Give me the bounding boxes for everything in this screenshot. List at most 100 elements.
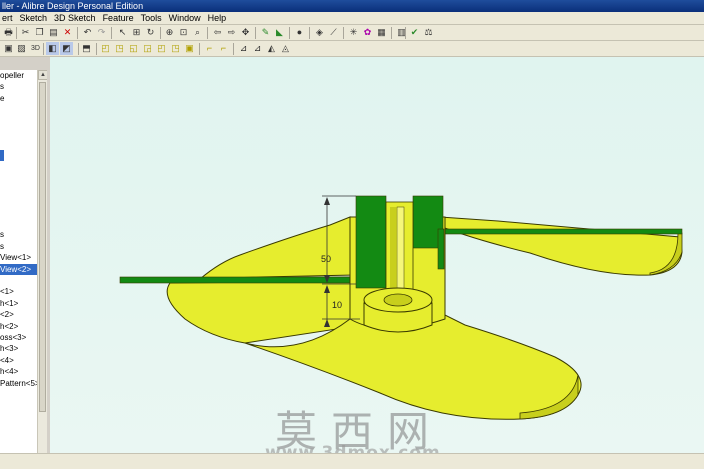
menu-window[interactable]: Window [167,12,206,24]
tree-item[interactable] [0,149,37,162]
bore-inner-highlight [396,206,405,300]
tree-item[interactable]: s [0,81,37,92]
redo-icon[interactable]: ↷ [95,26,108,39]
title-bar: ller - Alibre Design Personal Edition [0,0,704,12]
tree-item[interactable]: Pattern<5> [0,378,37,389]
hidden-lines-icon[interactable]: ⊿ [251,42,264,55]
select-arrow-icon[interactable]: ↖ [116,26,129,39]
constraint-icon[interactable]: ✳ [347,26,360,39]
tree-item[interactable]: <2> [0,309,37,320]
design-explorer-tree: opeller s e s s View<1> View<2> <1> h<1> <2> h<2> o… [0,70,37,453]
menu-3d-sketch[interactable]: 3D Sketch [52,12,101,24]
tree-item[interactable] [0,127,37,138]
tree-item[interactable] [0,138,37,149]
menu-insert[interactable]: ert [0,12,18,24]
sketch-2d-icon[interactable]: ▨ [15,42,28,55]
tree-item[interactable] [0,207,37,218]
right-blade [439,216,683,276]
mass-properties-icon[interactable]: ⚖ [422,26,435,39]
3d-view-icon[interactable]: 3D [29,42,42,55]
hub-section-left [355,195,387,289]
tree-item[interactable]: <4> [0,355,37,366]
tree-item[interactable] [0,161,37,172]
menu-bar: ert Sketch 3D Sketch Feature Tools Windo… [0,12,704,25]
view-right-icon[interactable]: ◲ [141,42,154,55]
menu-feature[interactable]: Feature [101,12,139,24]
dimension-icon[interactable]: ⟋ [327,26,340,39]
view-normal-icon[interactable]: ⌐ [203,42,216,55]
tree-item[interactable] [0,275,37,286]
copy-icon[interactable]: ❐ [33,26,46,39]
zoom-icon[interactable]: ⌕ [191,26,204,39]
left-blade-section [119,276,357,284]
measure-icon[interactable]: ◈ [313,26,326,39]
tree-item[interactable]: h<3> [0,343,37,354]
tree-item[interactable]: opeller [0,70,37,81]
3d-viewport[interactable]: 50 10 莫西网 www.3dmox.com [50,57,704,453]
view-isometric-icon[interactable]: ⬒ [80,42,93,55]
wireframe-icon[interactable]: ⊿ [237,42,250,55]
tree-item[interactable]: s [0,229,37,240]
material-icon[interactable]: ✿ [361,26,374,39]
section-view-icon[interactable]: ◧ [46,42,59,55]
properties-icon[interactable]: ▦ [375,26,388,39]
view-top-icon[interactable]: ◰ [155,42,168,55]
forward-arrow-icon[interactable]: ⇨ [225,26,238,39]
tree-item[interactable]: View<1> [0,252,37,263]
tree-item[interactable] [0,116,37,127]
back-arrow-icon[interactable]: ⇦ [211,26,224,39]
dimension-50-label: 50 [321,254,331,264]
tree-item[interactable]: View<2> [0,263,37,276]
view-left-icon[interactable]: ◱ [127,42,140,55]
tree-item[interactable]: oss<3> [0,332,37,343]
dimension-10-label: 10 [332,300,342,310]
shaded-icon[interactable]: ◭ [265,42,278,55]
tree-item[interactable] [0,218,37,229]
tree-item[interactable]: h<2> [0,321,37,332]
hub-section-right-lower [437,228,445,270]
view-front-icon[interactable]: ◰ [99,42,112,55]
shaded-edges-icon[interactable]: ◬ [279,42,292,55]
view-orient-icon[interactable]: ⌐ [217,42,230,55]
print-icon[interactable]: 🖶 [2,26,15,39]
delete-icon[interactable]: ✕ [61,26,74,39]
tree-item[interactable]: s [0,241,37,252]
cut-icon[interactable]: ✂ [19,26,32,39]
tree-item[interactable] [0,195,37,206]
analysis-icon[interactable]: ▥ [395,26,408,39]
tree-item[interactable]: e [0,93,37,104]
tree-item[interactable] [0,173,37,184]
view-toolbar: ▣ ▨ 3D ◧ ◩ ⬒ ◰ ◳ ◱ ◲ ◰ ◳ ▣ ⌐ ⌐ ⊿ ⊿ ◭ ◬ [0,41,704,57]
scrollbar-thumb[interactable] [39,82,46,412]
tree-item[interactable] [0,184,37,195]
left-back-blade [198,216,356,280]
boss-hole [383,293,413,307]
shading-icon[interactable]: ● [293,26,306,39]
tree-item[interactable]: h<1> [0,298,37,309]
menu-tools[interactable]: Tools [139,12,167,24]
undo-icon[interactable]: ↶ [81,26,94,39]
tree-item[interactable] [0,104,37,115]
tree-item[interactable]: <1> [0,286,37,297]
view-bottom-icon[interactable]: ◳ [169,42,182,55]
tree-scrollbar[interactable]: ▲ [37,70,48,453]
select-box-icon[interactable]: ⊞ [130,26,143,39]
dim-arrow-50-top [324,197,330,205]
zoom-in-icon[interactable]: ⊕ [163,26,176,39]
extrude-icon[interactable]: ◣ [273,26,286,39]
sketch-mode-icon[interactable]: ✎ [259,26,272,39]
paste-icon[interactable]: ▤ [47,26,60,39]
menu-help[interactable]: Help [206,12,232,24]
part-icon[interactable]: ▣ [2,42,15,55]
view-back-icon[interactable]: ◳ [113,42,126,55]
menu-sketch[interactable]: Sketch [18,12,53,24]
checkmark-icon[interactable]: ✔ [408,26,421,39]
propeller-model: 50 10 [119,195,683,420]
view-iso-cube-icon[interactable]: ▣ [183,42,196,55]
view-pan-icon[interactable]: ✥ [239,26,252,39]
zoom-window-icon[interactable]: ⊡ [177,26,190,39]
clip-view-icon[interactable]: ◩ [60,42,73,55]
tree-item[interactable]: h<4> [0,366,37,377]
rotate-icon[interactable]: ↻ [144,26,157,39]
standard-toolbar: 🖶 ✂ ❐ ▤ ✕ ↶ ↷ ↖ ⊞ ↻ ⊕ ⊡ ⌕ ⇦ ⇨ ✥ ✎ ◣ ● ◈ … [0,25,704,41]
